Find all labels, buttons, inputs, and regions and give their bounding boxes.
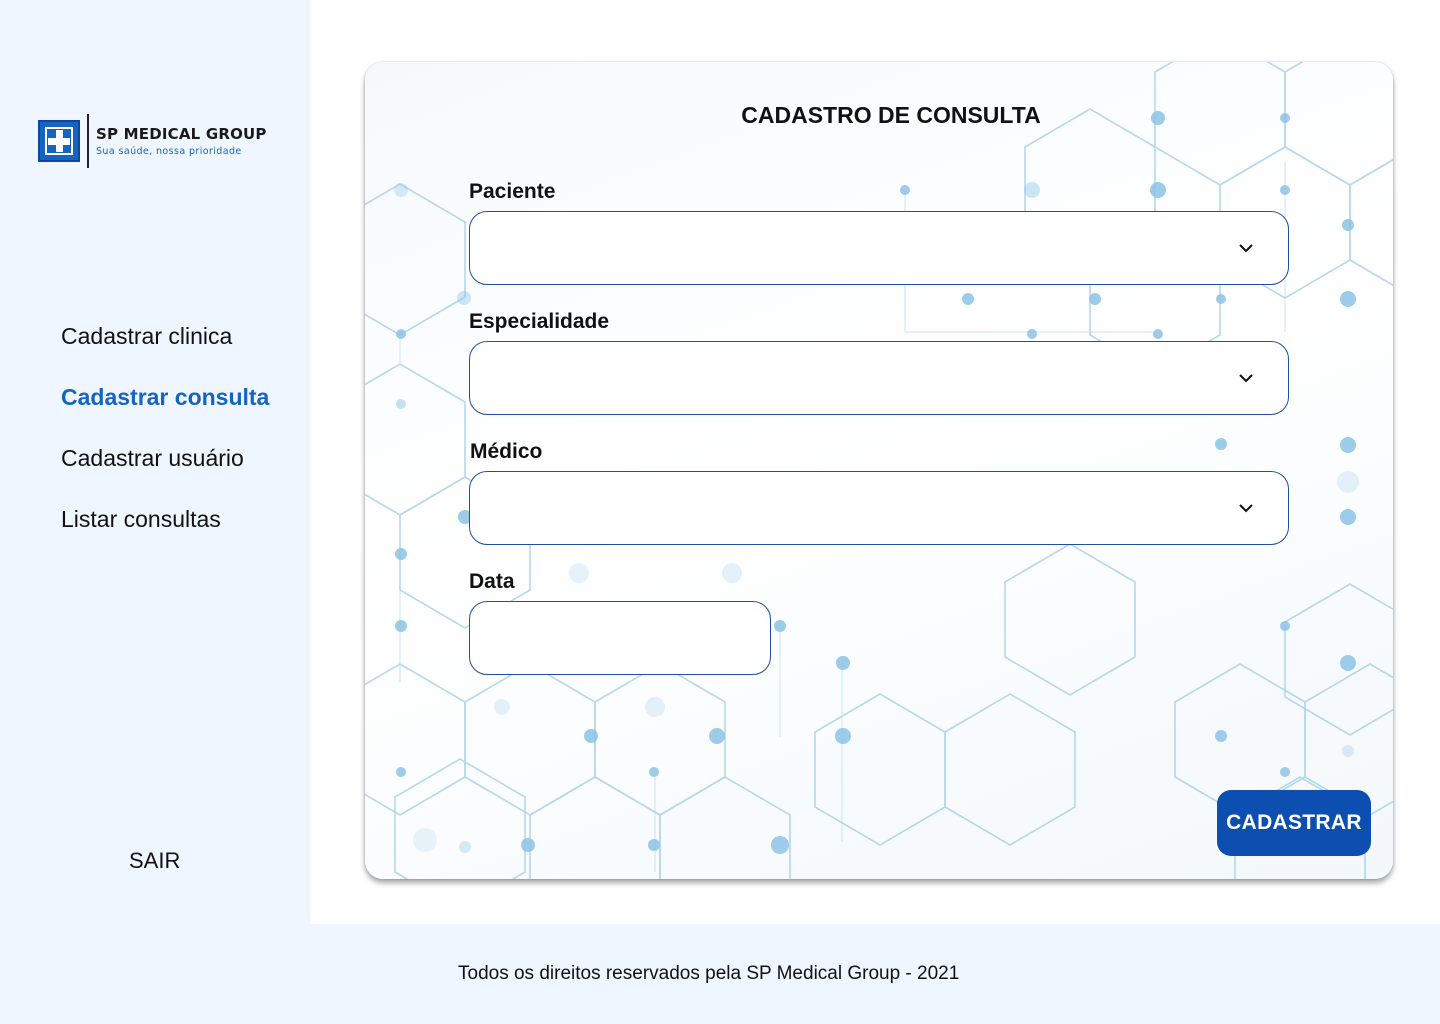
especialidade-select[interactable] — [469, 341, 1289, 415]
footer-copyright: Todos os direitos reservados pela SP Med… — [458, 963, 960, 984]
data-input[interactable] — [469, 601, 771, 675]
paciente-select[interactable] — [469, 211, 1289, 285]
logo-text: SP MEDICAL GROUP Sua saúde, nossa priori… — [96, 125, 267, 157]
logo-divider — [87, 114, 89, 168]
page-title: CADASTRO DE CONSULTA — [741, 102, 1041, 128]
form-card: CADASTRO DE CONSULTA Paciente Especialid… — [365, 62, 1393, 879]
logo-tagline: Sua saúde, nossa prioridade — [96, 146, 242, 157]
medico-select[interactable] — [469, 471, 1289, 545]
footer: Todos os direitos reservados pela SP Med… — [0, 924, 1440, 1024]
medical-cross-icon — [38, 120, 80, 162]
sidebar-item-listar-consultas[interactable]: Listar consultas — [61, 505, 269, 533]
logout-button[interactable]: SAIR — [129, 848, 180, 874]
chevron-down-icon — [1239, 504, 1253, 513]
logo[interactable]: SP MEDICAL GROUP Sua saúde, nossa priori… — [38, 114, 267, 168]
sidebar-item-cadastrar-usuario[interactable]: Cadastrar usuário — [61, 444, 269, 472]
medico-label: Médico — [470, 440, 543, 463]
paciente-label: Paciente — [469, 180, 556, 203]
sidebar: SP MEDICAL GROUP Sua saúde, nossa priori… — [0, 0, 310, 924]
sidebar-nav: Cadastrar clinica Cadastrar consulta Cad… — [61, 322, 269, 566]
sidebar-item-cadastrar-consulta[interactable]: Cadastrar consulta — [61, 383, 269, 411]
sidebar-item-cadastrar-clinica[interactable]: Cadastrar clinica — [61, 322, 269, 350]
data-label: Data — [469, 570, 515, 593]
cadastrar-button[interactable]: CADASTRAR — [1217, 790, 1371, 856]
chevron-down-icon — [1239, 374, 1253, 383]
especialidade-label: Especialidade — [469, 310, 610, 333]
logo-brand: SP MEDICAL GROUP — [96, 125, 267, 143]
chevron-down-icon — [1239, 244, 1253, 253]
